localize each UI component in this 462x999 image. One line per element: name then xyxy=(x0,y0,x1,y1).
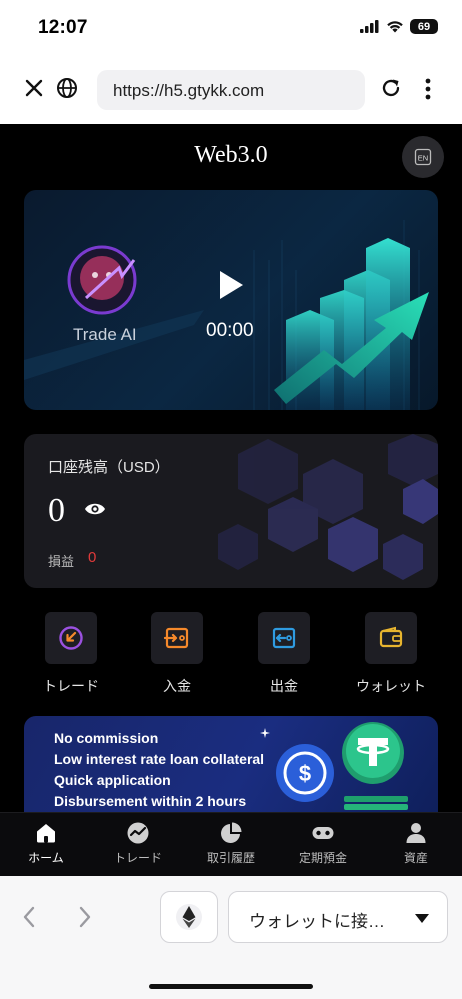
caret-down-icon xyxy=(415,914,429,923)
wifi-icon xyxy=(387,21,403,33)
tab-assets-label: 資産 xyxy=(403,851,428,865)
balance-card: 口座残高（USD） 0 損益 0 xyxy=(24,434,438,588)
action-withdraw-label: 出金 xyxy=(270,678,298,694)
action-deposit[interactable]: 入金 xyxy=(124,612,230,696)
tab-trade[interactable]: トレード xyxy=(92,821,184,866)
usdt-coin-icon xyxy=(342,722,404,784)
status-bar: 12:07 69 xyxy=(0,0,462,56)
tab-assets[interactable]: 資産 xyxy=(370,821,462,866)
action-wallet-label: ウォレット xyxy=(356,678,426,694)
action-wallet[interactable]: ウォレット xyxy=(338,612,444,696)
tab-trade-label: トレード xyxy=(113,851,162,865)
action-trade-label: トレード xyxy=(43,678,99,694)
promo-line: No commission xyxy=(54,730,159,746)
app-viewport: Web3.0 EN Trade AI 00:00 口座残高（USD） 0 損益 … xyxy=(0,124,462,876)
status-time: 12:07 xyxy=(38,17,88,38)
video-background-graphic xyxy=(24,220,429,410)
trade-chart-icon xyxy=(127,822,149,844)
usdc-coin-icon: $ xyxy=(276,744,334,802)
withdraw-icon xyxy=(272,627,296,649)
balance-label: 口座残高（USD） xyxy=(48,459,170,476)
promo-line: Disbursement within 2 hours xyxy=(54,793,247,809)
back-icon[interactable] xyxy=(22,906,36,928)
bottom-tab-bar: ホーム トレード 取引履歴 定期預金 資産 xyxy=(0,812,462,876)
page-title: Web3.0 xyxy=(194,142,268,168)
tab-fixed-deposit[interactable]: 定期預金 xyxy=(277,821,369,866)
url-text: https://h5.gtykk.com xyxy=(113,81,265,100)
user-icon xyxy=(406,823,426,843)
more-icon[interactable] xyxy=(424,78,432,100)
connect-wallet-button[interactable]: ウォレットに接… xyxy=(228,891,448,943)
connect-wallet-label: ウォレットに接… xyxy=(249,912,385,931)
browser-bottom-toolbar: ウォレットに接… xyxy=(0,876,462,999)
promo-line: Quick application xyxy=(54,772,171,788)
network-button[interactable] xyxy=(160,891,218,943)
home-indicator xyxy=(149,984,313,989)
language-button[interactable]: EN xyxy=(402,136,444,178)
deposit-box-icon xyxy=(312,827,334,839)
language-icon: EN xyxy=(414,148,432,166)
balance-value: 0 xyxy=(48,492,65,529)
action-withdraw[interactable]: 出金 xyxy=(231,612,337,696)
battery-icon: 69 xyxy=(410,19,438,34)
reload-icon[interactable] xyxy=(380,77,402,99)
pl-value: 0 xyxy=(88,549,97,566)
close-icon[interactable] xyxy=(24,78,44,98)
video-time: 00:00 xyxy=(206,320,254,341)
svg-text:EN: EN xyxy=(418,153,428,162)
promo-video[interactable]: Trade AI 00:00 xyxy=(24,190,438,410)
status-icons: 69 xyxy=(360,19,438,34)
forward-icon[interactable] xyxy=(78,906,92,928)
action-deposit-label: 入金 xyxy=(163,678,191,694)
play-icon[interactable] xyxy=(218,270,244,300)
tab-history-label: 取引履歴 xyxy=(206,851,255,865)
sparkle-icon xyxy=(260,728,270,738)
pie-chart-icon xyxy=(221,822,242,843)
home-icon xyxy=(37,824,55,843)
cubes-graphic xyxy=(218,434,438,580)
deposit-icon xyxy=(164,627,189,649)
action-trade[interactable]: トレード xyxy=(18,612,124,696)
url-field[interactable]: https://h5.gtykk.com xyxy=(97,70,365,110)
promo-line: Low interest rate loan collateral xyxy=(54,751,265,767)
eye-icon[interactable] xyxy=(84,502,106,516)
ethereum-icon xyxy=(176,904,202,930)
browser-toolbar: https://h5.gtykk.com xyxy=(0,56,462,124)
wallet-icon xyxy=(379,626,403,648)
pl-label: 損益 xyxy=(48,554,75,569)
tab-fixed-deposit-label: 定期預金 xyxy=(298,851,347,865)
svg-text:$: $ xyxy=(299,761,311,786)
tab-history[interactable]: 取引履歴 xyxy=(185,821,277,866)
tab-home-label: ホーム xyxy=(28,851,64,865)
globe-icon[interactable] xyxy=(56,77,78,99)
video-brand-label: Trade AI xyxy=(73,325,137,344)
signal-icon xyxy=(360,20,379,33)
tab-home[interactable]: ホーム xyxy=(0,821,92,866)
trade-icon xyxy=(59,626,83,650)
quick-actions: トレード 入金 出金 ウォレット xyxy=(0,612,462,702)
